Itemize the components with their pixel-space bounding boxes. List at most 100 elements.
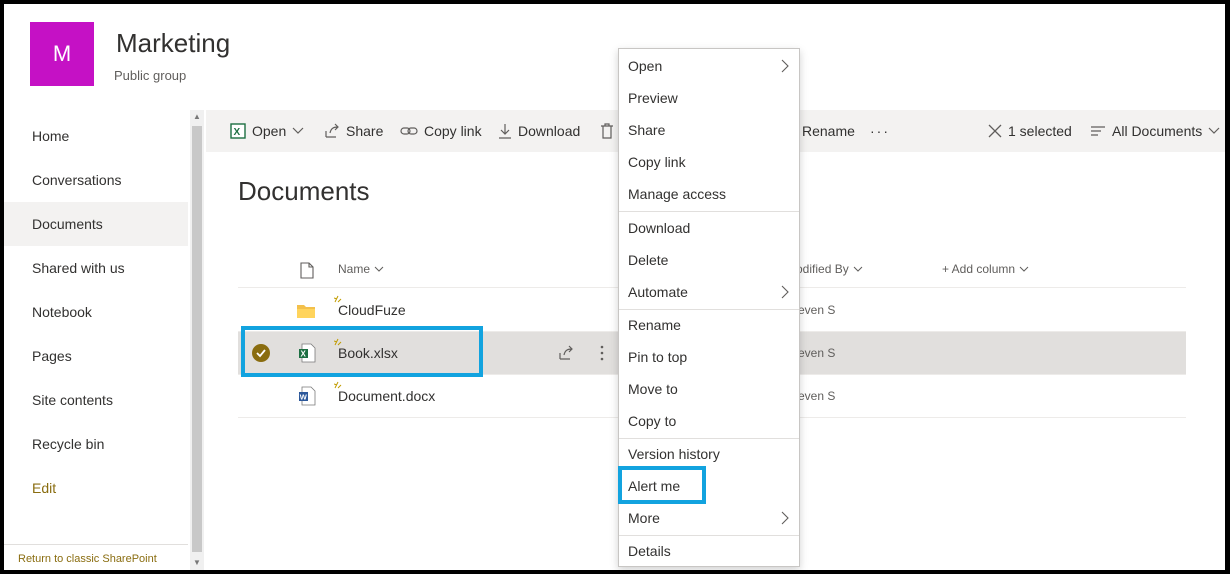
menu-item-manage-access[interactable]: Manage access [619,178,799,210]
menu-label: Details [628,543,671,559]
nav-item-documents[interactable]: Documents [4,202,188,246]
menu-item-automate[interactable]: Automate [619,276,799,308]
excel-icon: X [230,123,246,139]
name-header-label: Name [338,262,371,276]
add-column-label: + Add column [942,262,1016,276]
menu-label: Preview [628,90,678,106]
menu-item-copy-link[interactable]: Copy link [619,146,799,178]
chevron-down-icon [853,266,863,272]
nav-scrollbar[interactable]: ▲ ▼ [190,110,204,570]
menu-item-open[interactable]: Open [619,50,799,82]
download-button[interactable]: Download [498,110,580,152]
library-title: Documents [238,176,370,206]
modified-by-cell: even S [798,389,836,403]
view-switcher[interactable]: All Documents [1090,110,1220,152]
close-icon [988,124,1002,138]
menu-label: Automate [628,284,688,300]
menu-label: Open [628,58,663,74]
nav-item-recycle-bin[interactable]: Recycle bin [4,422,188,466]
menu-label: Version history [628,446,720,462]
file-name[interactable]: CloudFuze [338,302,406,318]
add-column-button[interactable]: + Add column [942,262,1029,276]
menu-item-preview[interactable]: Preview [619,82,799,114]
rename-label: Rename [802,123,855,139]
sharepoint-window: M Marketing Public group Home Conversati… [4,4,1225,570]
share-icon[interactable] [558,345,574,361]
menu-label: More [628,510,660,526]
delete-button[interactable] [600,110,614,152]
share-icon [325,123,339,138]
site-title[interactable]: Marketing [116,28,230,59]
chevron-down-icon [1208,127,1220,134]
return-to-classic-link[interactable]: Return to classic SharePoint [4,544,188,565]
left-navigation: Home Conversations Documents Shared with… [4,110,188,570]
menu-item-details[interactable]: Details [619,535,799,567]
file-type-header-icon[interactable] [300,262,314,279]
chevron-down-icon [292,127,304,134]
modified-by-column-header[interactable]: odified By [796,262,863,276]
site-logo[interactable]: M [30,22,94,86]
selected-file-highlight [241,326,483,377]
download-icon [499,124,511,139]
menu-label: Copy link [628,154,686,170]
share-label: Share [346,123,384,139]
clear-selection-button[interactable]: 1 selected [988,110,1072,152]
link-icon [400,127,418,135]
open-button[interactable]: X Open [230,110,304,152]
nav-item-conversations[interactable]: Conversations [4,158,188,202]
name-column-header[interactable]: Name [338,262,384,276]
modified-by-cell: even S [798,303,836,317]
trash-icon [601,123,613,139]
nav-item-site-contents[interactable]: Site contents [4,378,188,422]
list-view-icon [1091,126,1105,136]
menu-item-copy-to[interactable]: Copy to [619,405,799,437]
share-button[interactable]: Share [324,110,383,152]
modified-by-header-label: odified By [796,262,849,276]
chevron-right-icon [781,511,789,525]
scroll-down-icon[interactable]: ▼ [192,558,202,568]
nav-item-home[interactable]: Home [4,114,188,158]
alert-me-highlight [618,466,706,504]
chevron-right-icon [781,59,789,73]
menu-label: Share [628,122,666,138]
menu-label: Delete [628,252,669,268]
menu-item-delete[interactable]: Delete [619,244,799,276]
more-actions-button[interactable]: ··· [870,110,890,152]
menu-item-share[interactable]: Share [619,114,799,146]
word-file-icon: W [299,386,316,406]
svg-text:W: W [300,393,308,402]
folder-icon [297,305,315,318]
copy-link-label: Copy link [424,123,482,139]
file-name[interactable]: Document.docx [338,388,435,404]
scroll-thumb[interactable] [192,126,202,552]
rename-button[interactable]: Rename [802,110,855,152]
nav-item-pages[interactable]: Pages [4,334,188,378]
menu-label: Copy to [628,413,677,429]
chevron-right-icon [781,285,789,299]
menu-item-more[interactable]: More [619,502,799,534]
menu-label: Rename [628,317,681,333]
menu-item-move-to[interactable]: Move to [619,373,799,405]
menu-label: Manage access [628,186,727,202]
nav-item-notebook[interactable]: Notebook [4,290,188,334]
svg-text:X: X [234,127,241,138]
scroll-up-icon[interactable]: ▲ [192,112,202,122]
nav-item-shared-with-us[interactable]: Shared with us [4,246,188,290]
view-label: All Documents [1112,123,1203,139]
modified-by-cell: even S [798,346,836,360]
nav-edit-link[interactable]: Edit [4,466,188,510]
download-label: Download [518,123,581,139]
more-options-icon[interactable] [600,345,604,361]
menu-label: Move to [628,381,678,397]
menu-item-download[interactable]: Download [619,212,799,244]
selected-count: 1 selected [1008,123,1072,139]
menu-label: Download [628,220,691,236]
chevron-down-icon [1019,266,1029,272]
more-label: ··· [870,123,890,139]
menu-item-rename[interactable]: Rename [619,309,799,341]
chevron-down-icon [374,266,384,272]
copy-link-button[interactable]: Copy link [400,110,482,152]
menu-item-pin-to-top[interactable]: Pin to top [619,341,799,373]
site-subtitle: Public group [114,68,187,83]
open-label: Open [252,123,287,139]
